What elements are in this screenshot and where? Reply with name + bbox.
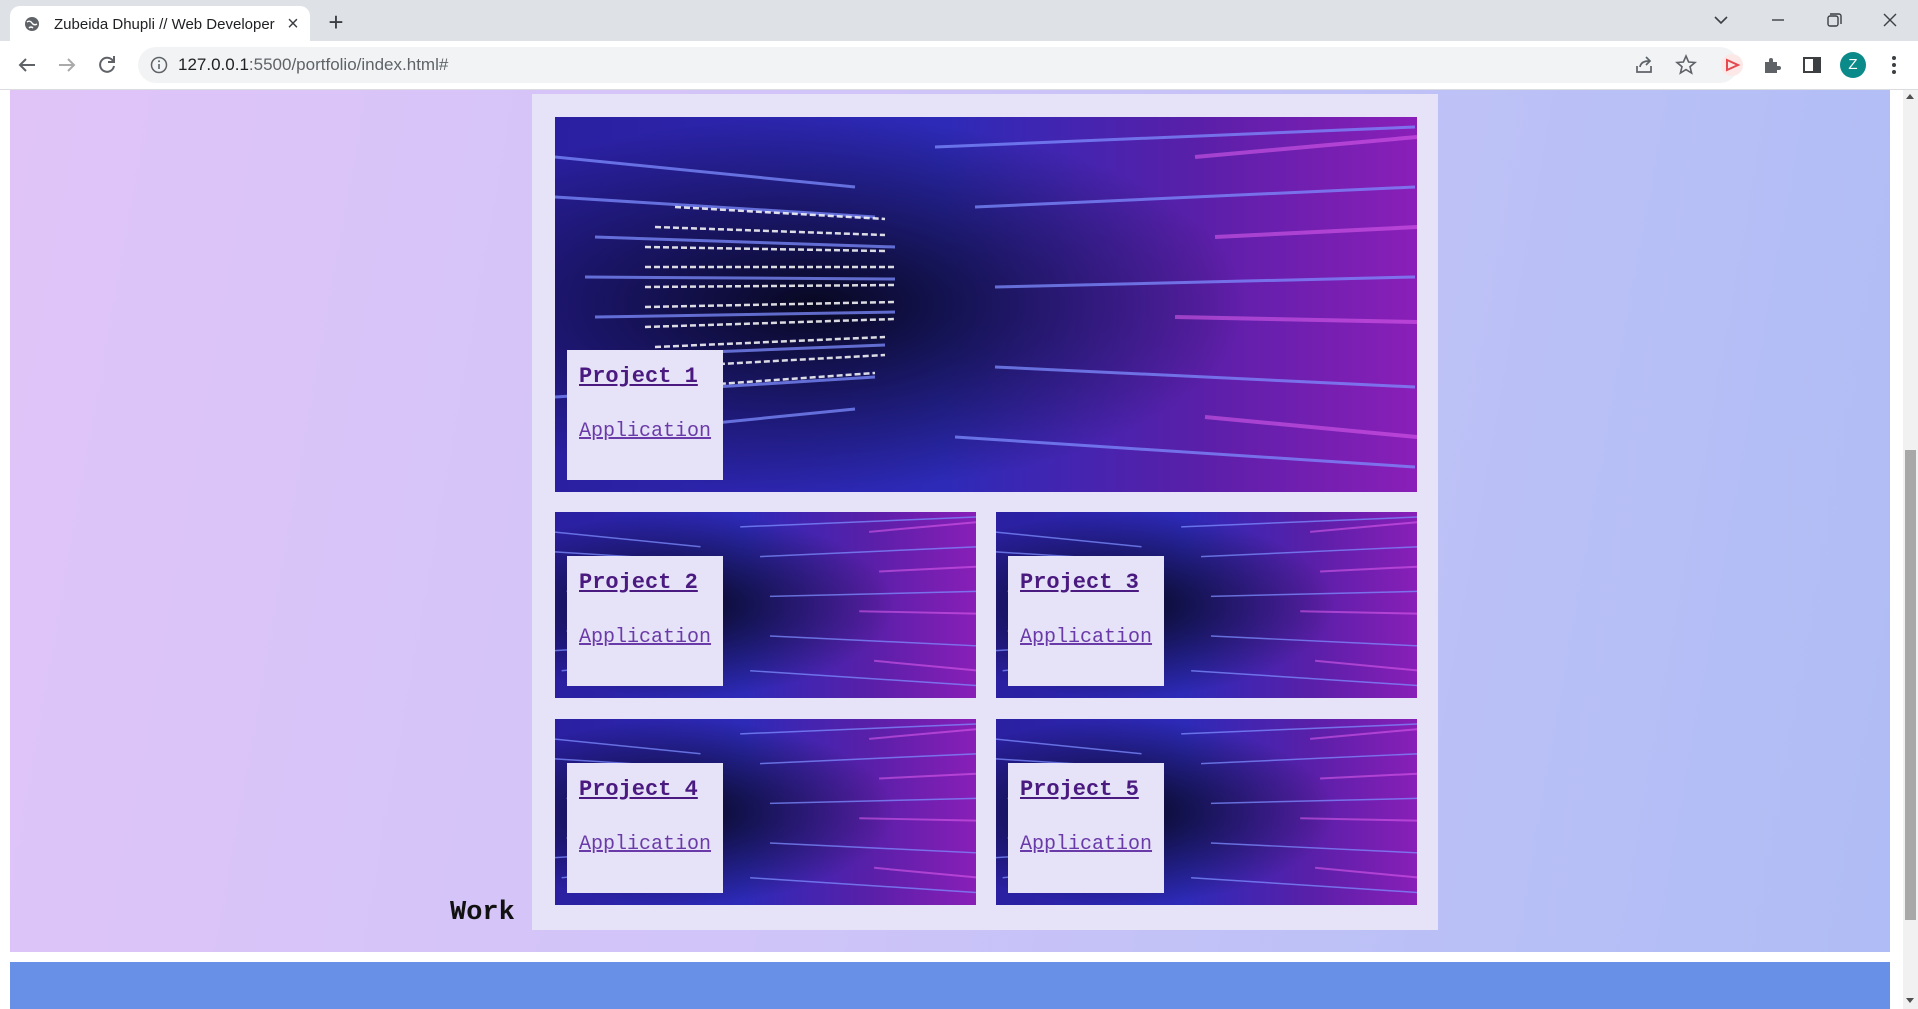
project-application-link[interactable]: Application (579, 626, 711, 649)
close-icon[interactable]: × (282, 13, 304, 35)
project-card[interactable]: Project 1 Application (555, 117, 1417, 492)
project-card[interactable]: Project 2 Application (555, 512, 976, 698)
project-label-box: Project 5 Application (1008, 763, 1164, 893)
info-icon[interactable] (150, 56, 168, 74)
forward-arrow-icon[interactable] (53, 51, 81, 79)
chevron-down-icon[interactable] (1704, 8, 1738, 32)
side-panel-icon[interactable] (1800, 53, 1824, 77)
page-scrollbar[interactable] (1903, 90, 1918, 1009)
footer-bar (10, 962, 1890, 1009)
url-path: :5500/portfolio/index.html# (248, 55, 449, 74)
project-card[interactable]: Project 3 Application (996, 512, 1417, 698)
project-label-box: Project 3 Application (1008, 556, 1164, 686)
extension-screencast-icon[interactable] (1720, 53, 1744, 77)
restore-icon[interactable] (1816, 8, 1850, 32)
avatar[interactable]: Z (1840, 52, 1866, 78)
project-title-link[interactable]: Project 2 (579, 570, 698, 595)
project-title-link[interactable]: Project 4 (579, 777, 698, 802)
section-heading: Work (450, 898, 515, 928)
project-title-link[interactable]: Project 1 (579, 364, 698, 389)
tab-title: Zubeida Dhupli // Web Developer (54, 16, 275, 33)
project-title-link[interactable]: Project 3 (1020, 570, 1139, 595)
project-card[interactable]: Project 4 Application (555, 719, 976, 905)
puzzle-icon[interactable] (1760, 53, 1784, 77)
project-label-box: Project 2 Application (567, 556, 723, 686)
plus-icon[interactable]: + (322, 8, 350, 36)
window-close-icon[interactable] (1873, 8, 1907, 32)
address-bar[interactable]: 127.0.0.1:5500/portfolio/index.html# (138, 47, 1738, 83)
back-arrow-icon[interactable] (13, 51, 41, 79)
project-application-link[interactable]: Application (579, 420, 711, 443)
toolbar: 127.0.0.1:5500/portfolio/index.html# Z (0, 41, 1918, 90)
star-icon[interactable] (1674, 53, 1698, 77)
project-application-link[interactable]: Application (1020, 626, 1152, 649)
project-card[interactable]: Project 5 Application (996, 719, 1417, 905)
project-title-link[interactable]: Project 5 (1020, 777, 1139, 802)
globe-icon (25, 17, 39, 31)
project-label-box: Project 4 Application (567, 763, 723, 893)
project-application-link[interactable]: Application (1020, 833, 1152, 856)
scroll-up-arrow-icon[interactable] (1906, 94, 1914, 99)
share-icon[interactable] (1632, 53, 1656, 77)
project-label-box: Project 1 Application (567, 350, 723, 480)
url-host: 127.0.0.1 (178, 55, 249, 74)
projects-grid: Project 1 Application Project 2 Applicat… (532, 94, 1438, 930)
project-application-link[interactable]: Application (579, 833, 711, 856)
scrollbar-thumb[interactable] (1905, 450, 1916, 920)
minimize-icon[interactable] (1761, 8, 1795, 32)
url-text: 127.0.0.1:5500/portfolio/index.html# (178, 55, 448, 75)
page-viewport: Work Project 1 Application Project 2 App… (0, 90, 1903, 1009)
browser-tab[interactable]: Zubeida Dhupli // Web Developer × (10, 6, 310, 41)
reload-icon[interactable] (93, 51, 121, 79)
work-section: Work Project 1 Application Project 2 App… (10, 90, 1890, 952)
scroll-down-arrow-icon[interactable] (1906, 998, 1914, 1003)
tab-strip: Zubeida Dhupli // Web Developer × + (0, 0, 1918, 41)
kebab-menu-icon[interactable] (1882, 53, 1906, 77)
